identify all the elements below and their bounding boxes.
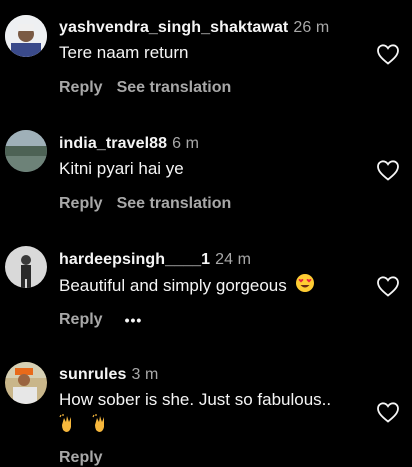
heart-outline-icon[interactable] (376, 43, 400, 65)
heart-outline-icon[interactable] (376, 275, 400, 297)
comment-text: Beautiful and simply gorgeous (59, 273, 315, 300)
comment-username[interactable]: sunrules 3 m (59, 366, 158, 384)
raising-hands-emoji (59, 413, 81, 442)
comment-time: 3 m (131, 366, 159, 383)
avatar[interactable] (5, 246, 47, 288)
comment-username[interactable]: hardeepsingh____1 24 m (59, 251, 251, 269)
comment-text: Tere naam return (59, 43, 189, 62)
reply-button[interactable]: Reply (59, 311, 103, 329)
heart-outline-icon[interactable] (376, 401, 400, 423)
comment-item: yashvendra_singh_shaktawat 26 m Tere naam… (0, 0, 412, 115)
more-options-button[interactable]: ••• (125, 312, 143, 328)
see-translation-button[interactable]: See translation (117, 195, 232, 213)
comment-item: hardeepsingh____1 24 m Beautiful and simp… (0, 230, 412, 345)
avatar[interactable] (5, 15, 47, 57)
comment-text: Kitni pyari hai ye (59, 159, 184, 178)
comment-item: india_travel88 6 m Kitni pyari hai ye Rep… (0, 115, 412, 230)
comment-actions: Reply See translation (59, 79, 231, 97)
comment-actions: Reply (59, 449, 103, 467)
comment-time: 26 m (293, 19, 330, 36)
see-translation-button[interactable]: See translation (117, 79, 232, 97)
reply-button[interactable]: Reply (59, 79, 103, 97)
avatar[interactable] (5, 130, 47, 172)
raising-hands-emoji (92, 413, 114, 442)
heart-outline-icon[interactable] (376, 159, 400, 181)
avatar[interactable] (5, 362, 47, 404)
comment-time: 24 m (215, 251, 252, 268)
comment-actions: Reply See translation (59, 195, 231, 213)
comment-actions: Reply ••• (59, 311, 142, 329)
comment-text: How sober is she. Just so fabulous.. (59, 390, 332, 409)
comment-username[interactable]: yashvendra_singh_shaktawat 26 m (59, 19, 329, 37)
comment-item: sunrules 3 m How sober is she. Just so fa… (0, 345, 412, 466)
reply-button[interactable]: Reply (59, 195, 103, 213)
heart-eyes-emoji (295, 273, 315, 300)
comment-emoji-line (59, 413, 114, 442)
comment-username[interactable]: india_travel88 6 m (59, 135, 199, 153)
reply-button[interactable]: Reply (59, 449, 103, 467)
comment-time: 6 m (172, 135, 200, 152)
